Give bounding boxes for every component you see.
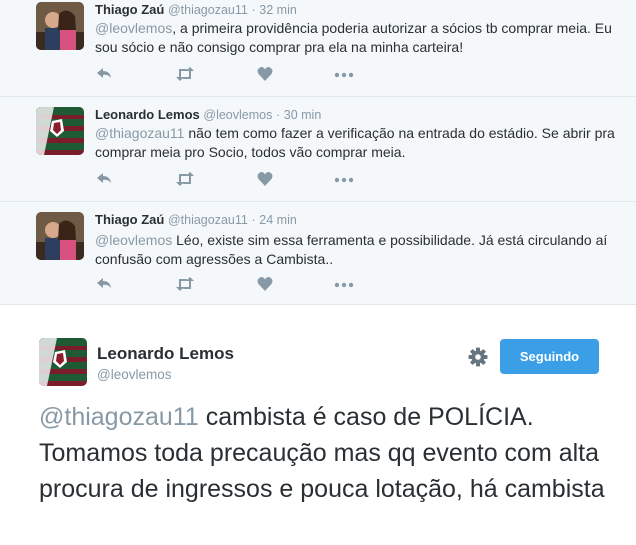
author-handle[interactable]: @leovlemos — [203, 108, 272, 122]
separator-dot: · — [275, 108, 281, 122]
avatar-thiago[interactable] — [36, 212, 84, 260]
like-icon[interactable] — [257, 171, 277, 189]
tweet-header: Thiago Zaú @thiagozau11 · 32 min — [95, 2, 297, 17]
following-button[interactable]: Seguindo — [500, 339, 599, 374]
reply-tweet-3[interactable]: Thiago Zaú @thiagozau11 · 24 min @leovle… — [0, 202, 636, 305]
tweet-header: Leonardo Lemos @leovlemos · 30 min — [95, 107, 321, 122]
reply-tweet-1[interactable]: Thiago Zaú @thiagozau11 · 32 min @leovle… — [0, 0, 636, 97]
author-name[interactable]: Leonardo Lemos — [95, 107, 200, 122]
author-handle[interactable]: @leovlemos — [97, 367, 171, 382]
tweet-text: @thiagozau11 cambista é caso de POLÍCIA.… — [39, 399, 619, 507]
mention-link[interactable]: @thiagozau11 — [39, 403, 199, 431]
tweet-text: @leovlemos, a primeira providência poder… — [95, 19, 615, 57]
main-tweet: Leonardo Lemos @leovlemos Seguindo @thia… — [0, 306, 636, 545]
timestamp[interactable]: 24 min — [259, 213, 297, 227]
like-icon[interactable] — [257, 66, 277, 84]
reply-tweet-2[interactable]: Leonardo Lemos @leovlemos · 30 min @thia… — [0, 97, 636, 202]
tweet-header: Thiago Zaú @thiagozau11 · 24 min — [95, 212, 297, 227]
author-name[interactable]: Thiago Zaú — [95, 2, 164, 17]
author-handle[interactable]: @thiagozau11 — [168, 3, 248, 17]
mention-link[interactable]: @leovlemos — [95, 232, 172, 248]
mention-link[interactable]: @leovlemos — [95, 20, 172, 36]
timestamp[interactable]: 30 min — [284, 108, 322, 122]
separator-dot: · — [251, 213, 256, 227]
timestamp[interactable]: 32 min — [259, 3, 297, 17]
tweet-body: Léo, existe sim essa ferramenta e possib… — [95, 232, 608, 267]
like-icon[interactable] — [257, 276, 277, 294]
retweet-icon[interactable] — [175, 66, 195, 84]
reply-icon[interactable] — [95, 66, 115, 84]
author-name[interactable]: Thiago Zaú — [95, 212, 164, 227]
tweet-text: @thiagozau11 não tem como fazer a verifi… — [95, 124, 615, 162]
retweet-icon[interactable] — [175, 276, 195, 294]
more-icon[interactable] — [334, 66, 354, 84]
separator-dot: · — [251, 3, 256, 17]
avatar-leonardo[interactable] — [39, 338, 87, 386]
reply-icon[interactable] — [95, 171, 115, 189]
avatar-thiago[interactable] — [36, 2, 84, 50]
avatar-leonardo[interactable] — [36, 107, 84, 155]
mention-link[interactable]: @thiagozau11 — [95, 125, 184, 141]
tweet-text: @leovlemos Léo, existe sim essa ferramen… — [95, 231, 615, 269]
reply-icon[interactable] — [95, 276, 115, 294]
tweet-body: , a primeira providência poderia autoriz… — [95, 20, 612, 55]
author-handle[interactable]: @thiagozau11 — [168, 213, 248, 227]
more-icon[interactable] — [334, 171, 354, 189]
retweet-icon[interactable] — [175, 171, 195, 189]
author-name[interactable]: Leonardo Lemos — [97, 344, 234, 364]
reply-thread: Thiago Zaú @thiagozau11 · 32 min @leovle… — [0, 0, 636, 305]
gear-icon[interactable] — [467, 346, 489, 368]
more-icon[interactable] — [334, 276, 354, 294]
